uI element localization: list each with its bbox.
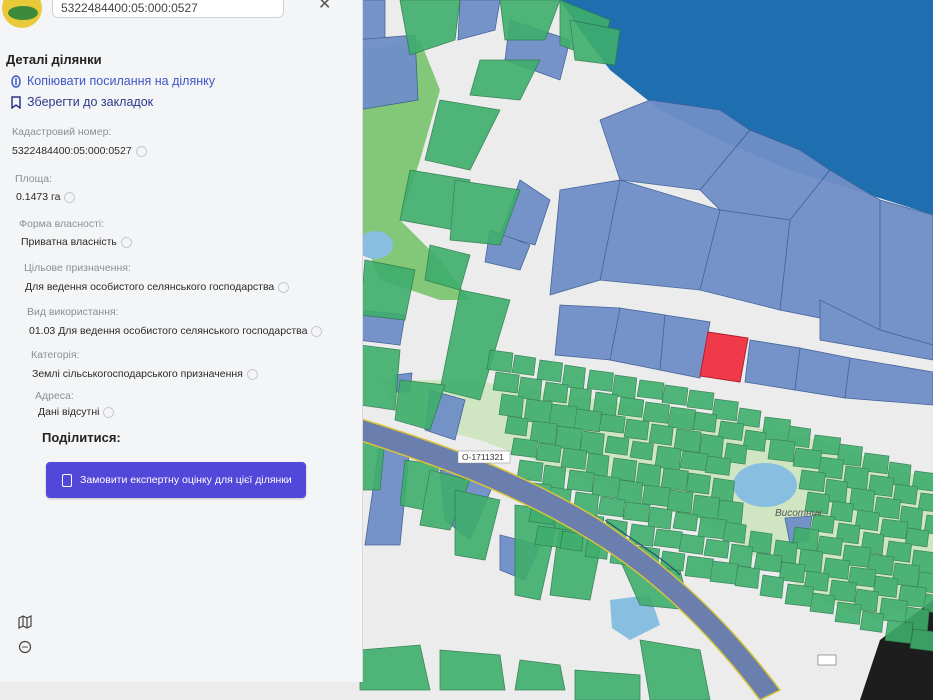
land-parcel[interactable]	[598, 413, 626, 434]
land-parcel[interactable]	[641, 484, 671, 507]
land-parcel[interactable]	[909, 628, 933, 652]
selected-parcel[interactable]	[699, 331, 749, 383]
document-icon	[62, 473, 72, 487]
field-value-usage: 01.03 Для ведення особистого селянського…	[29, 325, 323, 337]
land-parcel[interactable]	[685, 472, 711, 495]
bookmark-label: Зберегти до закладок	[27, 95, 154, 109]
land-parcel[interactable]	[834, 601, 862, 625]
bookmark-button[interactable]: Зберегти до закладок	[10, 95, 153, 109]
info-icon[interactable]	[135, 145, 147, 157]
land-parcel[interactable]	[534, 525, 564, 548]
land-parcel[interactable]	[859, 610, 885, 633]
land-parcel[interactable]	[498, 393, 525, 418]
link-icon	[10, 74, 22, 88]
village-label: Висотник	[775, 508, 823, 519]
land-parcel[interactable]	[661, 384, 689, 406]
land-parcel[interactable]	[767, 438, 796, 463]
land-parcel[interactable]	[692, 411, 718, 433]
field-label-purpose: Цільове призначення:	[24, 262, 131, 274]
search-input[interactable]: 5322484400:05:000:0527	[52, 0, 284, 18]
land-parcel[interactable]	[784, 583, 815, 608]
field-value-purpose: Для ведення особистого селянського госпо…	[25, 281, 290, 293]
map-marker	[817, 654, 837, 666]
land-parcel[interactable]	[697, 516, 728, 540]
field-label-address: Адреса:	[35, 390, 74, 402]
land-parcel[interactable]	[510, 437, 539, 458]
land-parcel[interactable]	[679, 450, 709, 472]
land-parcel[interactable]	[798, 469, 826, 493]
parcel-details-panel: 5322484400:05:000:0527 ✕ Деталі ділянки …	[0, 0, 363, 682]
land-parcel[interactable]	[542, 381, 569, 404]
field-value-area: 0.1473 га	[16, 191, 76, 203]
field-value-category: Землі сільськогосподарського призначення	[32, 368, 258, 380]
logo	[2, 0, 42, 28]
panel-title: Деталі ділянки	[6, 52, 102, 67]
land-parcel[interactable]	[586, 369, 614, 392]
land-parcel[interactable]	[504, 415, 529, 437]
land-parcel[interactable]	[653, 528, 683, 550]
field-value-ownership: Приватна власність	[21, 236, 132, 248]
land-parcel[interactable]	[535, 442, 562, 464]
land-parcel[interactable]	[642, 401, 671, 424]
land-parcel[interactable]	[667, 406, 696, 431]
copy-link-label: Копіювати посилання на ділянку	[27, 74, 215, 88]
field-value-cadastral: 5322484400:05:000:0527	[12, 145, 147, 157]
share-heading: Поділитися:	[42, 430, 121, 445]
land-parcel[interactable]	[672, 511, 699, 532]
close-icon[interactable]: ✕	[318, 0, 331, 14]
field-label-category: Категорія:	[31, 349, 80, 361]
land-parcel[interactable]	[678, 533, 705, 555]
land-parcel[interactable]	[648, 423, 674, 446]
land-parcel[interactable]	[759, 574, 785, 599]
land-parcel[interactable]	[566, 469, 595, 493]
land-parcel[interactable]	[511, 354, 537, 376]
info-icon[interactable]	[246, 368, 258, 380]
field-label-cadastral: Кадастровий номер:	[12, 126, 112, 138]
land-parcel[interactable]	[709, 560, 739, 585]
field-label-ownership: Форма власності:	[19, 218, 105, 230]
land-parcel[interactable]	[492, 371, 520, 394]
order-valuation-button[interactable]: Замовити експертну оцінку для цієї ділян…	[46, 462, 306, 498]
road-label: О-1711321	[462, 452, 504, 462]
field-value-address: Дані відсутні	[38, 406, 115, 418]
land-parcel[interactable]	[617, 396, 645, 418]
land-parcel[interactable]	[722, 521, 747, 544]
info-icon[interactable]	[103, 406, 115, 418]
bookmark-icon	[10, 95, 22, 109]
land-parcel[interactable]	[703, 538, 730, 559]
land-parcel[interactable]	[684, 555, 714, 580]
land-parcel[interactable]	[636, 379, 665, 400]
land-parcel[interactable]	[597, 496, 626, 518]
land-parcel[interactable]	[622, 501, 651, 523]
land-parcel[interactable]	[486, 349, 514, 373]
copy-link-button[interactable]: Копіювати посилання на ділянку	[10, 74, 215, 88]
field-label-usage: Вид використання:	[27, 306, 119, 318]
land-parcel[interactable]	[884, 619, 914, 644]
land-parcel[interactable]	[647, 506, 673, 530]
info-icon[interactable]	[311, 325, 323, 337]
land-parcel[interactable]	[686, 389, 715, 411]
land-parcel[interactable]	[809, 592, 836, 615]
map-icon[interactable]	[18, 615, 32, 629]
land-parcel[interactable]	[704, 455, 732, 476]
order-valuation-label: Замовити експертну оцінку для цієї ділян…	[80, 474, 292, 486]
info-icon[interactable]	[278, 281, 290, 293]
land-parcel[interactable]	[604, 435, 630, 456]
land-parcel[interactable]	[623, 418, 650, 441]
info-icon[interactable]	[120, 236, 132, 248]
land-parcel[interactable]	[761, 416, 792, 443]
land-parcel[interactable]	[734, 565, 761, 589]
land-parcel[interactable]	[560, 447, 588, 470]
field-label-area: Площа:	[15, 173, 53, 185]
land-parcel[interactable]	[792, 447, 823, 470]
top-bar: 5322484400:05:000:0527 ✕	[0, 0, 362, 40]
info-icon[interactable]	[64, 191, 76, 203]
chat-icon[interactable]	[18, 640, 32, 654]
land-parcel[interactable]	[629, 440, 654, 461]
land-parcel[interactable]	[536, 359, 564, 383]
